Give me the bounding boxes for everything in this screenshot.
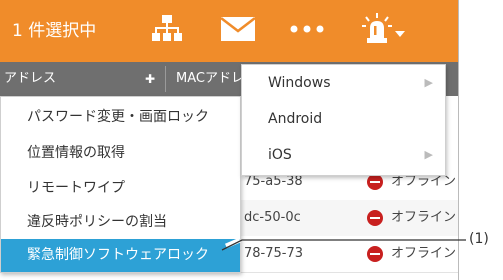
callout-leader-line — [221, 237, 466, 251]
callout-label: (1) — [469, 231, 489, 247]
